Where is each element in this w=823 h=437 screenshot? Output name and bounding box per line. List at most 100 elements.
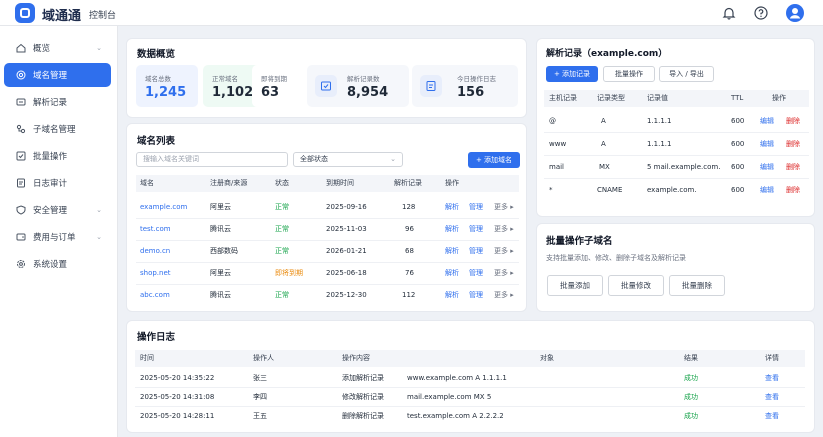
status-text: 正常 bbox=[275, 291, 289, 299]
view-detail-link[interactable]: 查看 bbox=[765, 370, 779, 387]
dns-records-card: 解析记录（example.com） + 添加记录 批量操作 导入 / 导出 主机… bbox=[536, 38, 815, 217]
log-result: 成功 bbox=[684, 393, 698, 401]
user-avatar-icon[interactable] bbox=[786, 4, 804, 22]
subdomain-icon bbox=[16, 124, 26, 134]
stat-expiring-domains[interactable]: 即将到期 63 bbox=[252, 65, 298, 107]
table-row: demo.cn 西部数码 正常 2026-01-21 68 解析 管理 更多 ▸ bbox=[136, 241, 519, 263]
bell-icon[interactable] bbox=[720, 4, 738, 22]
domain-search-input[interactable]: 搜输入域名关键词 bbox=[136, 152, 288, 167]
record-count: 76 bbox=[405, 269, 414, 277]
manage-link[interactable]: 管理 bbox=[469, 243, 483, 260]
record-type: A bbox=[601, 140, 606, 148]
domain-link[interactable]: example.com bbox=[140, 199, 187, 216]
more-link[interactable]: 更多 ▸ bbox=[494, 221, 514, 238]
resolve-link[interactable]: 解析 bbox=[445, 243, 459, 260]
resolve-link[interactable]: 解析 bbox=[445, 265, 459, 282]
column-header: 详情 bbox=[765, 354, 779, 362]
delete-link[interactable]: 删除 bbox=[786, 136, 800, 153]
log-user: 王五 bbox=[253, 412, 267, 420]
log-action: 修改解析记录 bbox=[342, 393, 384, 401]
batch-operation-button[interactable]: 批量操作 bbox=[603, 66, 655, 82]
record-value: 5 mail.example.com. bbox=[647, 163, 721, 171]
import-export-button[interactable]: 导入 / 导出 bbox=[659, 66, 714, 82]
batch-delete-button[interactable]: 批量删除 bbox=[669, 275, 725, 296]
edit-link[interactable]: 编辑 bbox=[760, 159, 774, 176]
delete-link[interactable]: 删除 bbox=[786, 113, 800, 130]
manage-link[interactable]: 管理 bbox=[469, 287, 483, 304]
chevron-down-icon: ⌄ bbox=[390, 155, 396, 163]
expire-date: 2025-11-03 bbox=[326, 225, 367, 233]
log-action: 删除解析记录 bbox=[342, 412, 384, 420]
stat-today-logs[interactable]: 今日操作日志 156 bbox=[412, 65, 518, 107]
sidebar-item-batch[interactable]: 批量操作 bbox=[4, 144, 111, 168]
stat-value: 156 bbox=[457, 85, 485, 100]
brand-subtitle: 控制台 bbox=[89, 11, 117, 21]
column-header: 主机记录 bbox=[549, 94, 577, 102]
stat-label: 今日操作日志 bbox=[457, 75, 496, 83]
table-row: example.com 阿里云 正常 2025-09-16 128 解析 管理 … bbox=[136, 197, 519, 219]
sidebar-item-billing[interactable]: 费用与订单 ⌄ bbox=[4, 225, 111, 249]
manage-link[interactable]: 管理 bbox=[469, 265, 483, 282]
log-icon bbox=[16, 178, 26, 188]
more-link[interactable]: 更多 ▸ bbox=[494, 287, 514, 304]
top-bar: 域通通 控制台 bbox=[0, 0, 823, 26]
record-type: A bbox=[601, 117, 606, 125]
ttl: 600 bbox=[731, 117, 745, 125]
domain-link[interactable]: test.com bbox=[140, 221, 171, 238]
help-icon[interactable] bbox=[752, 4, 770, 22]
more-link[interactable]: 更多 ▸ bbox=[494, 265, 514, 282]
more-link[interactable]: 更多 ▸ bbox=[494, 199, 514, 216]
sidebar-item-dns[interactable]: 解析记录 bbox=[4, 90, 111, 114]
sidebar-item-settings[interactable]: 系统设置 bbox=[4, 252, 111, 276]
record-value: example.com. bbox=[647, 186, 697, 194]
sidebar-item-domains[interactable]: 域名管理 bbox=[4, 63, 111, 87]
delete-link[interactable]: 删除 bbox=[786, 182, 800, 199]
stat-dns-records[interactable]: 解析记录数 8,954 bbox=[307, 65, 409, 107]
manage-link[interactable]: 管理 bbox=[469, 221, 483, 238]
stat-label: 正常域名 bbox=[212, 75, 238, 83]
add-record-button[interactable]: + 添加记录 bbox=[546, 66, 598, 82]
batch-add-button[interactable]: 批量添加 bbox=[547, 275, 603, 296]
domain-link[interactable]: demo.cn bbox=[140, 243, 170, 260]
manage-link[interactable]: 管理 bbox=[469, 199, 483, 216]
table-row: www A 1.1.1.1 600 编辑 删除 bbox=[544, 133, 809, 156]
ttl: 600 bbox=[731, 186, 745, 194]
column-header: 时间 bbox=[140, 354, 154, 362]
table-row: 2025-05-20 14:28:11 王五 删除解析记录 test.examp… bbox=[135, 407, 805, 426]
table-row: shop.net 阿里云 即将到期 2025-06-18 76 解析 管理 更多… bbox=[136, 263, 519, 285]
edit-link[interactable]: 编辑 bbox=[760, 136, 774, 153]
stat-label: 即将到期 bbox=[261, 75, 287, 83]
table-row: 2025-05-20 14:31:08 李四 修改解析记录 mail.examp… bbox=[135, 388, 805, 407]
domain-link[interactable]: shop.net bbox=[140, 265, 171, 282]
sidebar-item-overview[interactable]: 概览 ⌄ bbox=[4, 36, 111, 60]
host-record: mail bbox=[549, 163, 564, 171]
domain-link[interactable]: abc.com bbox=[140, 287, 170, 304]
sidebar-item-subdomains[interactable]: 子域名管理 bbox=[4, 117, 111, 141]
sidebar-item-label: 安全管理 bbox=[33, 206, 68, 216]
add-domain-button[interactable]: + 添加域名 bbox=[468, 152, 520, 168]
sidebar-item-security[interactable]: 安全管理 ⌄ bbox=[4, 198, 111, 222]
batch-description: 支持批量添加、修改、删除子域名及解析记录 bbox=[546, 254, 686, 262]
dns-record-icon bbox=[315, 75, 337, 97]
domain-list-title: 域名列表 bbox=[137, 136, 176, 147]
edit-link[interactable]: 编辑 bbox=[760, 182, 774, 199]
stat-total-domains[interactable]: 域名总数 1,245 bbox=[136, 65, 198, 107]
resolve-link[interactable]: 解析 bbox=[445, 287, 459, 304]
sidebar-item-label: 系统设置 bbox=[33, 260, 68, 270]
registrar: 阿里云 bbox=[210, 269, 231, 277]
edit-link[interactable]: 编辑 bbox=[760, 113, 774, 130]
batch-edit-button[interactable]: 批量修改 bbox=[608, 275, 664, 296]
batch-icon bbox=[16, 151, 26, 161]
app-logo[interactable] bbox=[15, 3, 35, 23]
status-filter-select[interactable]: 全部状态 ⌄ bbox=[293, 152, 403, 167]
resolve-link[interactable]: 解析 bbox=[445, 221, 459, 238]
record-count: 96 bbox=[405, 225, 414, 233]
delete-link[interactable]: 删除 bbox=[786, 159, 800, 176]
view-detail-link[interactable]: 查看 bbox=[765, 389, 779, 406]
view-detail-link[interactable]: 查看 bbox=[765, 408, 779, 425]
sidebar-item-logs[interactable]: 日志审计 bbox=[4, 171, 111, 195]
resolve-link[interactable]: 解析 bbox=[445, 199, 459, 216]
status-text: 正常 bbox=[275, 203, 289, 211]
table-row: * CNAME example.com. 600 编辑 删除 bbox=[544, 179, 809, 202]
more-link[interactable]: 更多 ▸ bbox=[494, 243, 514, 260]
